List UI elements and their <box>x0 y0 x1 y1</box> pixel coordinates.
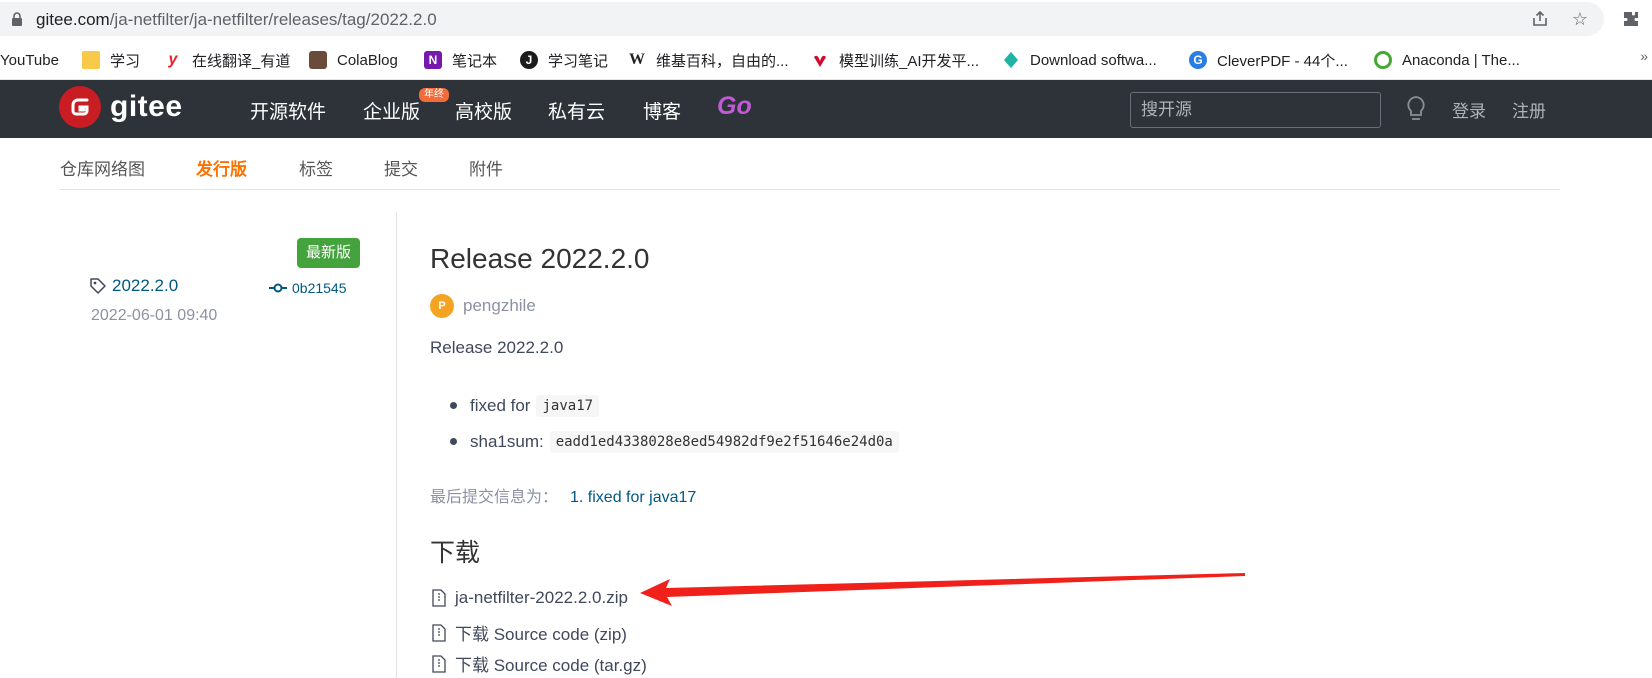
list-item: sha1sum: eadd1ed4338028e8ed54982df9e2f51… <box>448 424 899 460</box>
wikipedia-icon: W <box>629 51 645 68</box>
notes-icon: J <box>520 51 538 69</box>
bookmark-label: 维基百科，自由的... <box>656 52 789 70</box>
zip-file-icon <box>432 589 446 607</box>
bookmark-wikipedia[interactable]: W 维基百科，自由的... <box>628 49 789 71</box>
bookmark-label: 学习 <box>110 52 141 70</box>
note-text: fixed for <box>470 396 531 415</box>
red-arrow-annotation <box>640 573 1245 606</box>
login-link[interactable]: 登录 <box>1452 97 1486 122</box>
release-date: 2022-06-01 09:40 <box>91 307 218 324</box>
tab-network-graph[interactable]: 仓库网络图 <box>60 155 145 180</box>
bookmark-anaconda[interactable]: Anaconda | The... <box>1374 49 1520 71</box>
nav-private-cloud[interactable]: 私有云 <box>548 97 605 124</box>
commit-link[interactable]: 0b21545 <box>269 280 347 296</box>
browser-address-bar: gitee.com/ja-netfilter/ja-netfilter/rele… <box>0 0 1652 40</box>
more-bookmarks-icon[interactable]: » <box>1640 48 1648 64</box>
bookmark-download[interactable]: Download softwa... <box>1002 49 1157 71</box>
bookmark-label: CleverPDF - 44个... <box>1217 52 1348 70</box>
source-targz-label: 下载 Source code (tar.gz) <box>455 656 647 675</box>
bookmark-label: YouTube <box>0 51 59 69</box>
tab-commits[interactable]: 提交 <box>384 155 418 180</box>
cleverpdf-icon: G <box>1189 51 1207 69</box>
asset-filename: ja-netfilter-2022.2.0.zip <box>455 588 628 607</box>
url-text[interactable]: gitee.com/ja-netfilter/ja-netfilter/rele… <box>36 10 437 30</box>
huawei-icon <box>811 51 829 69</box>
last-commit-label: 最后提交信息为： <box>430 489 559 506</box>
tag-icon <box>90 278 106 294</box>
tab-tags[interactable]: 标签 <box>299 155 333 180</box>
download-source-zip[interactable]: 下载 Source code (zip) <box>432 620 627 645</box>
bookmark-label: ColaBlog <box>337 51 398 69</box>
search-input[interactable]: 搜开源 <box>1130 92 1381 128</box>
download-heading: 下载 <box>430 539 481 567</box>
bookmark-label: Anaconda | The... <box>1402 51 1520 69</box>
bookmark-star-icon[interactable]: ☆ <box>1570 9 1590 29</box>
bookmark-label: 笔记本 <box>452 52 498 70</box>
avatar: P <box>430 294 454 318</box>
url-field[interactable]: gitee.com/ja-netfilter/ja-netfilter/rele… <box>0 2 1604 36</box>
commit-hash: 0b21545 <box>292 280 347 296</box>
colablog-icon <box>309 51 327 69</box>
site-header: gitee 开源软件 企业版 年终 高校版 私有云 博客 Go 搜开源 登录 注… <box>0 80 1652 138</box>
list-item: fixed for java17 <box>448 388 899 424</box>
bookmark-study[interactable]: 学习 <box>82 49 140 71</box>
source-zip-label: 下载 Source code (zip) <box>455 625 627 644</box>
tab-attachments[interactable]: 附件 <box>469 155 503 180</box>
nav-go[interactable]: Go <box>717 92 752 121</box>
nav-open-source[interactable]: 开源软件 <box>250 97 326 124</box>
share-icon[interactable] <box>1530 9 1550 29</box>
zip-file-icon <box>432 654 446 673</box>
release-author[interactable]: P pengzhile <box>430 294 536 318</box>
latest-badge: 最新版 <box>297 238 361 268</box>
note-text: sha1sum: <box>470 432 544 451</box>
release-tag-link[interactable]: 2022.2.0 <box>89 276 178 296</box>
download-asset-zip[interactable]: ja-netfilter-2022.2.0.zip <box>432 588 628 608</box>
bookmarks-bar: YouTube 学习 y 在线翻译_有道 ColaBlog N 笔记本 J 学习… <box>0 40 1652 80</box>
register-link[interactable]: 注册 <box>1512 97 1546 122</box>
folder-icon <box>82 51 100 69</box>
lightbulb-icon[interactable] <box>1404 95 1428 123</box>
bookmark-modelarts[interactable]: 模型训练_AI开发平... <box>811 49 979 71</box>
extensions-icon[interactable] <box>1621 9 1641 29</box>
zip-file-icon <box>432 623 446 642</box>
bookmark-youtube[interactable]: YouTube <box>0 49 59 71</box>
bookmark-onenote[interactable]: N 笔记本 <box>424 49 497 71</box>
download-source-targz[interactable]: 下载 Source code (tar.gz) <box>432 651 647 676</box>
commit-icon <box>269 283 287 293</box>
year-end-badge: 年终 <box>419 88 449 102</box>
nav-enterprise[interactable]: 企业版 <box>363 97 420 124</box>
divider <box>396 212 397 678</box>
note-code: java17 <box>536 395 600 417</box>
bookmark-label: Download softwa... <box>1030 51 1157 69</box>
diamond-icon <box>1002 51 1020 69</box>
bookmark-youdao[interactable]: y 在线翻译_有道 <box>164 49 291 71</box>
last-commit-info: 最后提交信息为： 1. fixed for java17 <box>430 483 696 507</box>
lock-icon[interactable] <box>11 12 23 27</box>
gitee-logo-icon <box>59 86 101 128</box>
bookmark-notes[interactable]: J 学习笔记 <box>520 49 608 71</box>
tag-name: 2022.2.0 <box>112 276 179 295</box>
anaconda-icon <box>1374 51 1392 69</box>
author-name: pengzhile <box>463 296 536 315</box>
logo-text: gitee <box>110 90 183 123</box>
release-title[interactable]: Release 2022.2.0 <box>430 243 650 275</box>
bookmark-colablog[interactable]: ColaBlog <box>309 49 398 71</box>
release-notes: fixed for java17 sha1sum: eadd1ed4338028… <box>448 388 899 460</box>
nav-blog[interactable]: 博客 <box>643 97 681 124</box>
nav-education[interactable]: 高校版 <box>455 97 512 124</box>
note-code: eadd1ed4338028e8ed54982df9e2f51646e24d0a <box>549 431 899 453</box>
release-subnav: 仓库网络图 发行版 标签 提交 附件 <box>60 138 1560 190</box>
last-commit-value[interactable]: 1. fixed for java17 <box>570 489 696 506</box>
release-description: Release 2022.2.0 <box>430 338 564 357</box>
gitee-logo[interactable]: gitee <box>59 86 183 128</box>
bookmark-label: 学习笔记 <box>548 52 609 70</box>
onenote-icon: N <box>424 51 442 69</box>
bookmark-label: 在线翻译_有道 <box>192 52 291 70</box>
bookmark-cleverpdf[interactable]: G CleverPDF - 44个... <box>1189 49 1348 71</box>
tab-releases[interactable]: 发行版 <box>196 155 247 180</box>
bookmark-label: 模型训练_AI开发平... <box>839 52 980 70</box>
youdao-icon: y <box>168 51 178 68</box>
